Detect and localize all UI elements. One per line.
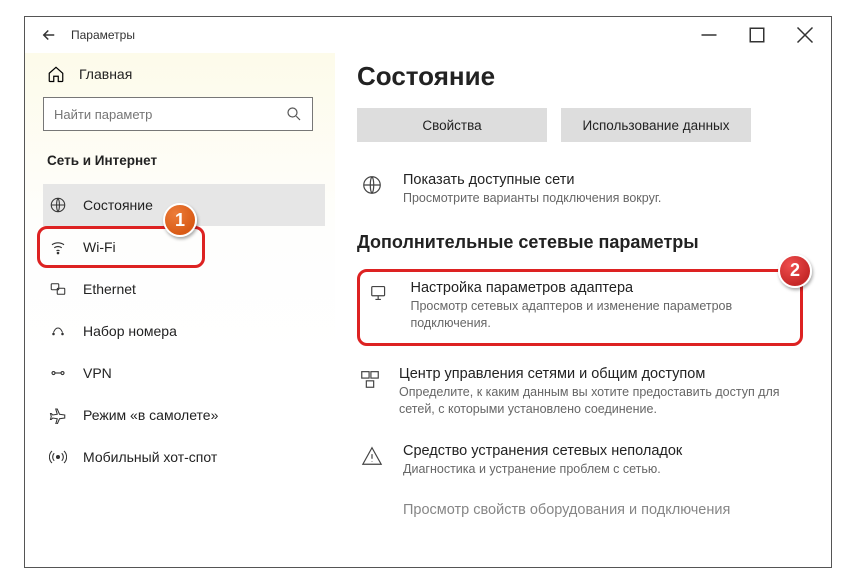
sidebar-item-dialup[interactable]: Набор номера [43,310,325,352]
close-button[interactable] [795,25,815,45]
sidebar-item-label: VPN [83,365,112,381]
vpn-icon [49,364,67,382]
truncated-row[interactable]: Просмотр свойств оборудования и подключе… [357,496,803,538]
row-title: Центр управления сетями и общим доступом [399,366,801,382]
row-title: Средство устранения сетевых неполадок [403,443,682,459]
minimize-button[interactable] [699,25,719,45]
search-input[interactable] [43,97,313,131]
properties-button[interactable]: Свойства [357,108,547,142]
airplane-icon [49,406,67,424]
sidebar-item-vpn[interactable]: VPN [43,352,325,394]
adapter-settings-highlight: Настройка параметров адаптера Просмотр с… [357,269,803,346]
dialup-icon [49,322,67,340]
maximize-button[interactable] [747,25,767,45]
section-heading: Дополнительные сетевые параметры [357,232,803,253]
sidebar-item-label: Мобильный хот-спот [83,449,217,465]
row-title: Показать доступные сети [403,172,661,188]
row-desc: Просмотр сетевых адаптеров и изменение п… [410,298,792,333]
sidebar-item-label: Ethernet [83,281,136,297]
page-title: Состояние [357,61,803,92]
globe-icon [49,196,67,214]
row-title: Настройка параметров адаптера [410,280,792,296]
window-title: Параметры [71,28,135,42]
annotation-badge-2: 2 [778,254,812,288]
troubleshoot-row[interactable]: Средство устранения сетевых неполадок Ди… [357,437,803,497]
sidebar-item-label: Режим «в самолете» [83,407,218,423]
adapter-icon [368,280,392,333]
search-icon [285,105,303,126]
wifi-icon [49,238,67,256]
warning-icon [359,443,385,479]
annotation-badge-1: 1 [163,203,197,237]
home-label: Главная [79,66,132,82]
row-desc: Диагностика и устранение проблем с сетью… [403,461,682,479]
titlebar: Параметры [25,17,831,53]
ethernet-icon [49,280,67,298]
sidebar-item-label: Wi-Fi [83,239,116,255]
search-box[interactable] [43,97,325,131]
sharing-icon [359,366,381,419]
data-usage-button[interactable]: Использование данных [561,108,751,142]
row-title: Просмотр свойств оборудования и подключе… [403,502,730,518]
back-button[interactable] [33,19,65,51]
sidebar-home[interactable]: Главная [43,65,325,83]
main-content: Состояние Свойства Использование данных … [335,53,831,567]
home-icon [47,65,65,83]
hotspot-icon [49,448,67,466]
globe-icon [359,172,385,208]
sidebar-item-label: Состояние [83,197,153,213]
settings-window: Параметры Главная Сеть и Интернет Состоя… [24,16,832,568]
adapter-settings-row[interactable]: Настройка параметров адаптера Просмотр с… [368,280,792,333]
sidebar-item-label: Набор номера [83,323,177,339]
sharing-center-row[interactable]: Центр управления сетями и общим доступом… [357,360,803,437]
sidebar-category: Сеть и Интернет [43,153,325,168]
sidebar-item-ethernet[interactable]: Ethernet [43,268,325,310]
sidebar-item-hotspot[interactable]: Мобильный хот-спот [43,436,325,478]
row-desc: Определите, к каким данным вы хотите пре… [399,384,801,419]
sidebar-item-airplane[interactable]: Режим «в самолете» [43,394,325,436]
sidebar: Главная Сеть и Интернет Состояние Wi-Fi [25,53,335,567]
show-networks-row[interactable]: Показать доступные сети Просмотрите вари… [357,166,803,226]
row-desc: Просмотрите варианты подключения вокруг. [403,190,661,208]
